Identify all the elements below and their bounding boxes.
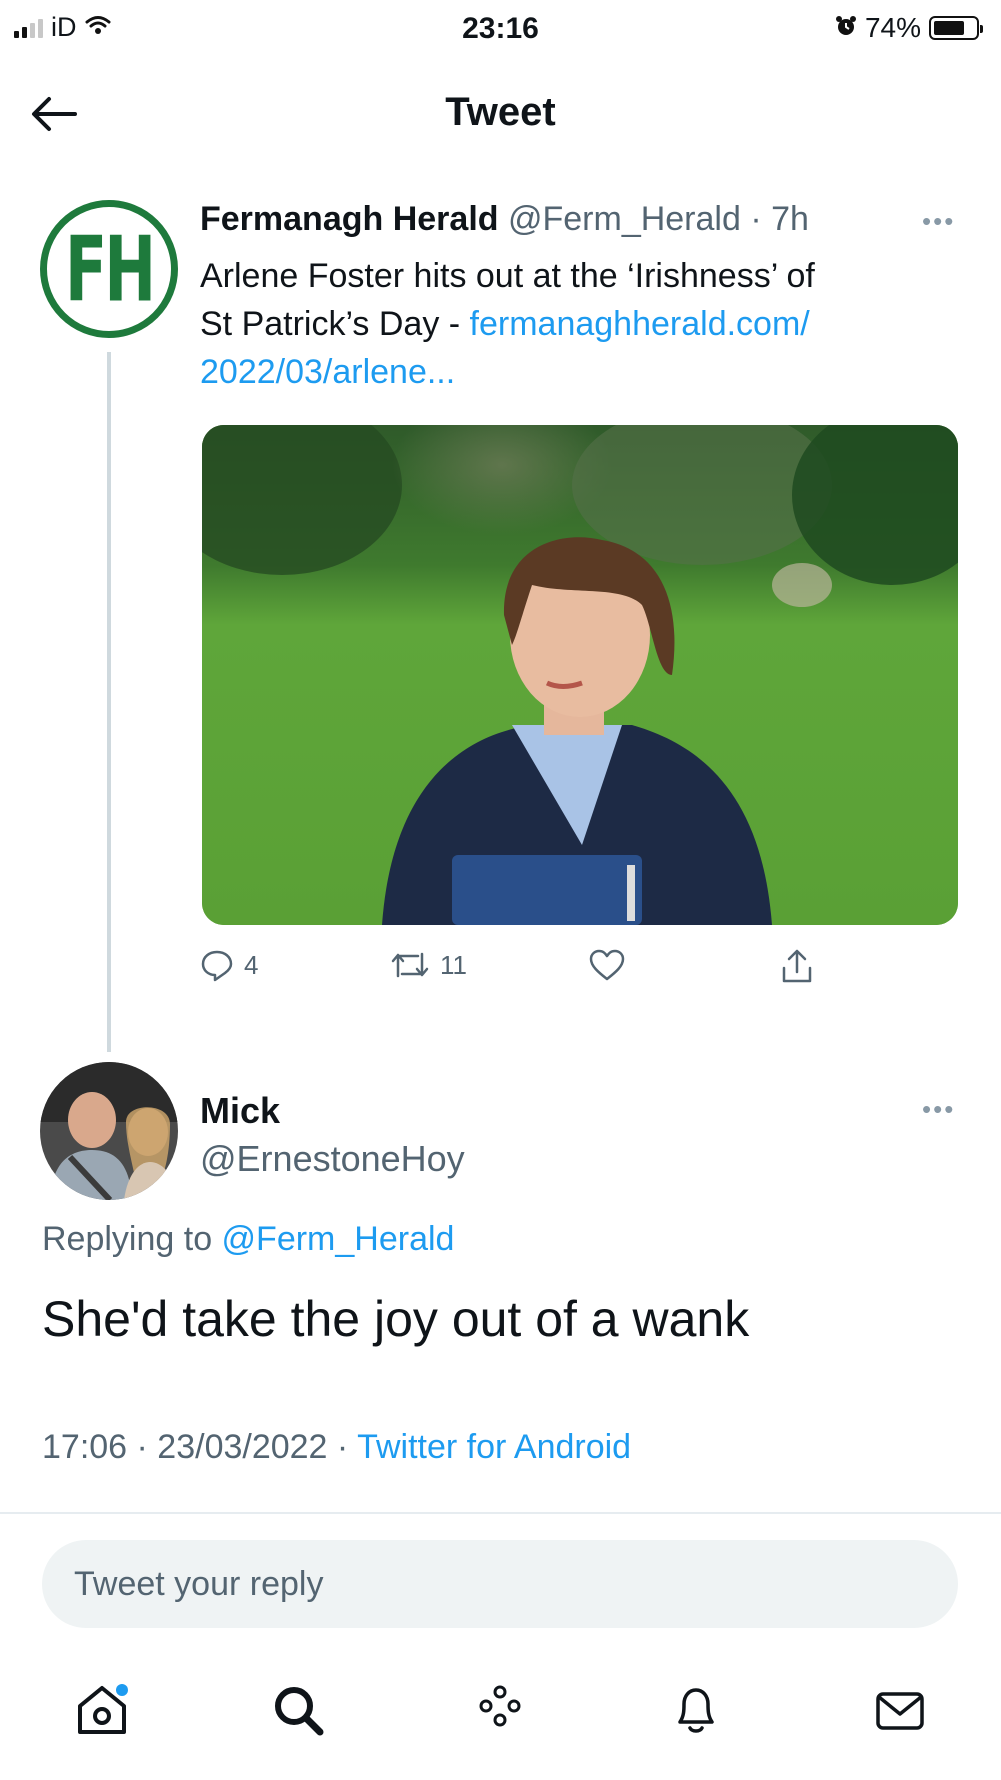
tab-search[interactable]	[258, 1670, 338, 1750]
retweet-action[interactable]: 11	[390, 948, 467, 982]
tab-spaces[interactable]	[460, 1670, 540, 1750]
replying-to-prefix: Replying to	[42, 1220, 222, 1258]
reply-more-options-button[interactable]: •••	[922, 1094, 955, 1125]
battery-percent: 74%	[864, 12, 921, 43]
reply-text: She'd take the joy out of a wank	[42, 1291, 750, 1347]
status-right: 74%	[835, 12, 983, 44]
tweet-actions: 4 11	[200, 948, 860, 998]
home-icon	[78, 1684, 128, 1734]
avatar-photo	[40, 1062, 178, 1200]
tweet-text-line2: St Patrick’s Day -	[200, 305, 470, 343]
tab-notifications[interactable]	[656, 1670, 736, 1750]
status-bar: iD 23:16 74%	[0, 0, 1001, 60]
avatar-mick[interactable]	[40, 1062, 178, 1200]
spaces-icon	[479, 1685, 521, 1727]
replying-to: Replying to @Ferm_Herald	[42, 1220, 454, 1259]
share-icon	[782, 949, 812, 983]
author-name[interactable]: Fermanagh Herald	[200, 200, 499, 238]
tab-home[interactable]	[62, 1670, 142, 1750]
tweet-header: Fermanagh Herald @Ferm_Herald · 7h	[200, 200, 809, 239]
share-action[interactable]	[780, 948, 814, 984]
reply-action[interactable]: 4	[200, 948, 258, 982]
reply-author-handle[interactable]: @ErnestoneHoy	[200, 1138, 465, 1180]
retweet-icon	[391, 952, 429, 978]
like-icon	[589, 949, 625, 981]
messages-icon	[876, 1692, 924, 1730]
like-action[interactable]	[588, 948, 636, 982]
avatar-fermanagh-herald[interactable]: FH	[40, 200, 178, 338]
battery-icon	[929, 16, 983, 40]
tweet-link[interactable]: fermanaghherald.com/	[470, 305, 810, 343]
tweet-text-line1: Arlene Foster hits out at the ‘Irishness…	[200, 257, 815, 295]
retweet-count: 11	[440, 949, 467, 980]
reply-input[interactable]	[42, 1540, 958, 1628]
bottom-tab-bar	[0, 1660, 1001, 1760]
tweet-text: Arlene Foster hits out at the ‘Irishness…	[200, 252, 960, 396]
search-icon	[275, 1687, 324, 1736]
reply-time-date: 17:06 · 23/03/2022 ·	[42, 1428, 358, 1466]
avatar-logo-text: FH	[64, 216, 156, 322]
reply-source-link[interactable]: Twitter for Android	[357, 1428, 631, 1466]
reply-count: 4	[244, 949, 259, 980]
notifications-icon	[678, 1688, 714, 1733]
reply-author-name[interactable]: Mick	[200, 1090, 280, 1132]
replying-to-link[interactable]: @Ferm_Herald	[222, 1220, 455, 1258]
tweet-link-continued[interactable]: 2022/03/arlene...	[200, 353, 455, 391]
thread-line	[107, 352, 111, 1052]
reply-icon	[201, 950, 233, 982]
reply-timestamp: 17:06 · 23/03/2022 · Twitter for Android	[42, 1428, 631, 1467]
photo-image	[202, 425, 958, 925]
tweet-photo[interactable]	[202, 425, 958, 925]
more-options-button[interactable]: •••	[922, 206, 955, 237]
tab-messages[interactable]	[860, 1670, 940, 1750]
page-title: Tweet	[445, 90, 556, 134]
header: Tweet	[0, 68, 1001, 158]
author-meta: @Ferm_Herald · 7h	[498, 200, 809, 238]
divider	[0, 1512, 1001, 1514]
alarm-icon	[835, 12, 857, 44]
